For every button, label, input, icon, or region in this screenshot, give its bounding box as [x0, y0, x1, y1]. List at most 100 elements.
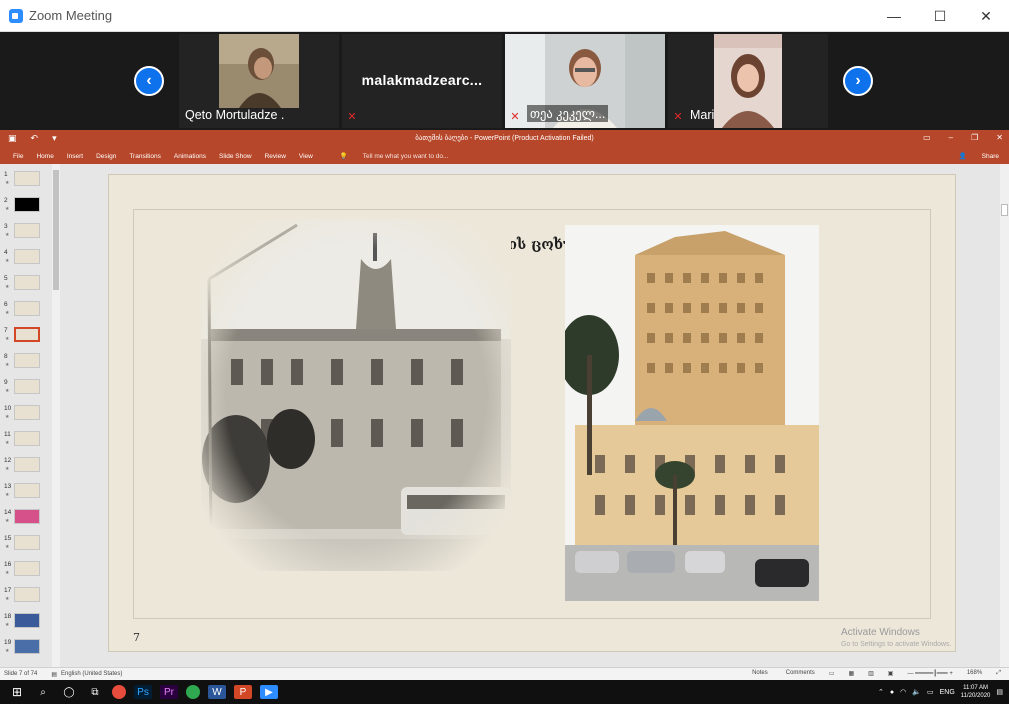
slide-thumbnail[interactable]: 14 ★: [0, 506, 54, 532]
participant-video-1: [219, 34, 299, 108]
maximize-button[interactable]: ☐: [917, 0, 963, 32]
notes-button[interactable]: Notes: [748, 670, 768, 677]
slide-thumbnail[interactable]: 10 ★: [0, 402, 54, 428]
modern-hotel-photo: [565, 225, 819, 601]
slide-thumbnail[interactable]: 1 ★: [0, 168, 54, 194]
participant-tile-4[interactable]: ✕ Mari: [668, 34, 828, 128]
chevron-right-icon: ›: [855, 72, 861, 89]
chrome-icon[interactable]: [112, 685, 126, 699]
tell-me-input[interactable]: 💡 Tell me what you want to do...: [327, 152, 449, 160]
shared-screen-powerpoint: ▣ ↶ ▾ ბათუმის ბაღები - PowerPoint (Produ…: [0, 130, 1009, 680]
normal-view-icon[interactable]: ▭: [829, 670, 835, 677]
share-button[interactable]: 👤 Share: [946, 152, 999, 160]
system-tray: ⌃ ● ◠ 🔈 ▭ ENG 11:07 AM 11/20/2020 ▤: [878, 680, 1003, 704]
slide-thumbnail[interactable]: 6 ★: [0, 298, 54, 324]
comments-button[interactable]: Comments: [782, 670, 815, 677]
gallery-next-button[interactable]: ›: [843, 66, 873, 96]
chevron-left-icon: ‹: [146, 72, 152, 89]
powerpoint-icon[interactable]: P: [234, 685, 252, 699]
minimize-button[interactable]: —: [871, 0, 917, 32]
lightbulb-icon: 💡: [339, 153, 348, 160]
tab-slide-show[interactable]: Slide Show: [219, 153, 252, 160]
clock[interactable]: 11:07 AM 11/20/2020: [961, 684, 991, 700]
close-button[interactable]: ✕: [963, 0, 1009, 32]
slide-thumbnail[interactable]: 8 ★: [0, 350, 54, 376]
participant-tile-1[interactable]: Qeto Mortuladze .: [179, 34, 339, 128]
thumbnails-scrollbar[interactable]: [52, 164, 60, 667]
gallery-prev-button[interactable]: ‹: [134, 66, 164, 96]
participant-name: Mari: [690, 108, 715, 122]
ppt-close-button[interactable]: ✕: [996, 133, 1003, 142]
tray-app-icon[interactable]: ●: [890, 689, 894, 696]
tab-review[interactable]: Review: [265, 153, 286, 160]
slideshow-icon[interactable]: ▣: [888, 670, 894, 677]
network-icon[interactable]: ◠: [900, 688, 906, 696]
tab-file[interactable]: File: [13, 153, 23, 160]
ribbon-display-icon[interactable]: ▭: [923, 133, 931, 142]
slide-thumbnails-pane: 1 ★ 2 ★ 3 ★ 4 ★ 5 ★ 6 ★ 7 ★ 8 ★ 9 ★ 10 ★ 11 ★ 12 ★ 1…: [0, 164, 62, 667]
slide-thumbnail[interactable]: 15 ★: [0, 532, 54, 558]
slide-thumbnail[interactable]: 16 ★: [0, 558, 54, 584]
tab-home[interactable]: Home: [36, 153, 53, 160]
mic-muted-icon: ✕: [673, 110, 683, 123]
zoom-slider[interactable]: — ━━━━━┃━━━ +: [907, 670, 952, 677]
mic-muted-icon: ✕: [347, 110, 357, 123]
tab-animations[interactable]: Animations: [174, 153, 206, 160]
zoom-level[interactable]: 168%: [967, 670, 982, 677]
slide-scrollbar[interactable]: [1000, 164, 1009, 667]
slide-thumbnail-active[interactable]: 7 ★: [0, 324, 54, 350]
slide-page-number: 7: [133, 631, 140, 644]
slide-sorter-icon[interactable]: ▦: [848, 670, 854, 677]
participant-name: malakmadzearc...: [361, 72, 483, 88]
notifications-icon[interactable]: ▤: [996, 688, 1003, 696]
slide-thumbnail[interactable]: 12 ★: [0, 454, 54, 480]
historic-building-photo: [201, 219, 511, 571]
slide-thumbnail[interactable]: 2 ★: [0, 194, 54, 220]
tab-design[interactable]: Design: [96, 153, 116, 160]
activate-windows-subtitle: Go to Settings to activate Windows.: [841, 641, 952, 648]
tab-insert[interactable]: Insert: [67, 153, 83, 160]
task-view-icon[interactable]: ⧉: [86, 685, 104, 699]
word-icon[interactable]: W: [208, 685, 226, 699]
ppt-ribbon-tabs: File Home Insert Design Transitions Anim…: [0, 148, 1009, 164]
green-app-icon[interactable]: [186, 685, 200, 699]
window-title: Zoom Meeting: [29, 8, 113, 23]
slide-thumbnail[interactable]: 4 ★: [0, 246, 54, 272]
tray-chevron-icon[interactable]: ⌃: [878, 688, 884, 696]
windows-taskbar: ⊞ ⌕ ◯ ⧉ Ps Pr W P ▶ ⌃ ● ◠ 🔈 ▭ ENG 11:07 …: [0, 680, 1009, 704]
slide-thumbnail[interactable]: 3 ★: [0, 220, 54, 246]
battery-icon[interactable]: ▭: [927, 688, 934, 696]
participant-tile-2[interactable]: malakmadzearc... ✕: [342, 34, 502, 128]
tab-view[interactable]: View: [299, 153, 313, 160]
language-indicator[interactable]: English (United States): [61, 671, 122, 677]
slide-thumbnail[interactable]: 19 ★: [0, 636, 54, 662]
ppt-minimize-button[interactable]: –: [949, 133, 953, 142]
participant-tile-3[interactable]: ✕ თეა კეკელ...: [505, 34, 665, 128]
slide-thumbnail[interactable]: 13 ★: [0, 480, 54, 506]
photoshop-icon[interactable]: Ps: [134, 685, 152, 699]
spellcheck-icon[interactable]: ▤: [51, 671, 57, 678]
premiere-icon[interactable]: Pr: [160, 685, 178, 699]
cortana-icon[interactable]: ◯: [60, 685, 78, 699]
search-icon[interactable]: ⌕: [34, 685, 52, 699]
slide-thumbnail[interactable]: 11 ★: [0, 428, 54, 454]
tab-transitions[interactable]: Transitions: [129, 153, 161, 160]
participant-name: თეა კეკელ...: [527, 105, 609, 122]
slide-thumbnail[interactable]: 9 ★: [0, 376, 54, 402]
slide-thumbnail[interactable]: 18 ★: [0, 610, 54, 636]
volume-icon[interactable]: 🔈: [912, 688, 921, 696]
windows-start-icon[interactable]: ⊞: [8, 685, 26, 699]
zoom-taskbar-icon[interactable]: ▶: [260, 685, 278, 699]
zoom-app-icon: [9, 8, 23, 23]
activate-windows-title: Activate Windows: [841, 627, 920, 638]
fit-slide-icon[interactable]: ⤢: [996, 670, 1001, 677]
participant-gallery: ‹ Qeto Mortuladze . malakmadzearc... ✕ ✕…: [0, 32, 1009, 130]
ppt-restore-button[interactable]: ❐: [971, 133, 978, 142]
language-indicator[interactable]: ENG: [940, 689, 955, 696]
slide-thumbnail[interactable]: 17 ★: [0, 584, 54, 610]
slide-counter: Slide 7 of 74: [4, 671, 38, 677]
slide-thumbnail[interactable]: 5 ★: [0, 272, 54, 298]
reading-view-icon[interactable]: ▥: [868, 670, 874, 677]
current-slide[interactable]: ბათუმის ცოხუმა 7 Activate Windows Go to …: [108, 174, 956, 652]
slide-editor: ბათუმის ცოხუმა 7 Activate Windows Go to …: [62, 164, 1009, 667]
